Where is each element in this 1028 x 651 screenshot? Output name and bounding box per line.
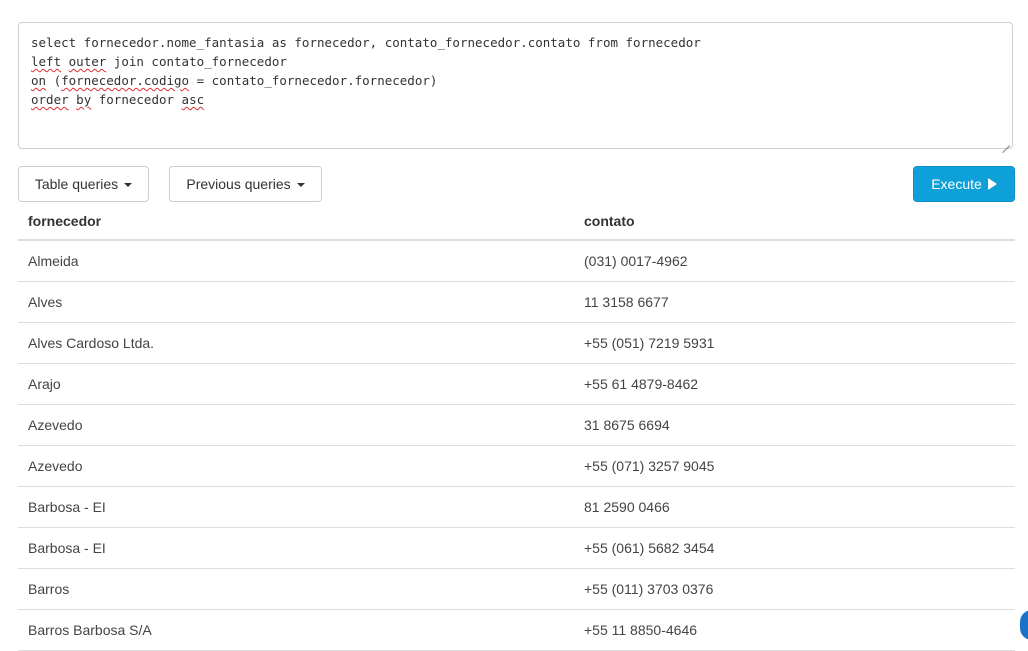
caret-down-icon xyxy=(296,183,305,187)
sql-query-editor[interactable]: select fornecedor.nome_fantasia as forne… xyxy=(18,22,1013,149)
cell-contato: +55 61 4879-8462 xyxy=(574,363,1015,405)
results-table: fornecedor contato Almeida (031) 0017-496… xyxy=(18,202,1015,651)
sql-query-text[interactable]: select fornecedor.nome_fantasia as forne… xyxy=(31,33,1012,109)
previous-queries-label: Previous queries xyxy=(186,176,291,192)
table-row: Alves Cardoso Ltda. +55 (051) 7219 5931 xyxy=(18,322,1015,364)
table-row: Barbosa - EI +55 (061) 5682 3454 xyxy=(18,527,1015,569)
caret-down-icon xyxy=(124,183,133,187)
table-row: Arajo +55 61 4879-8462 xyxy=(18,363,1015,405)
cell-fornecedor: Barros xyxy=(18,568,574,610)
code-token: ( xyxy=(46,73,62,88)
column-header-contato: contato xyxy=(574,202,1015,241)
table-row: Alves 11 3158 6677 xyxy=(18,281,1015,323)
cell-contato: +55 (071) 3257 9045 xyxy=(574,445,1015,487)
misspelled-token: asc xyxy=(181,92,205,107)
cell-fornecedor: Barbosa - EI xyxy=(18,486,574,528)
cell-contato: +55 (061) 5682 3454 xyxy=(574,527,1015,569)
resize-handle-icon[interactable] xyxy=(1002,138,1010,146)
execute-label: Execute xyxy=(931,176,982,192)
table-row: Barbosa - EI 81 2590 0466 xyxy=(18,486,1015,528)
cell-contato: 11 3158 6677 xyxy=(574,281,1015,323)
cell-fornecedor: Almeida xyxy=(18,240,574,282)
cell-fornecedor: Barros Barbosa S/A xyxy=(18,609,574,651)
misspelled-token: by xyxy=(76,92,92,107)
misspelled-token: outer xyxy=(68,54,107,69)
cell-contato: +55 (011) 3703 0376 xyxy=(574,568,1015,610)
cell-fornecedor: Azevedo xyxy=(18,445,574,487)
code-token: join contato_fornecedor xyxy=(106,54,287,69)
cell-fornecedor: Arajo xyxy=(18,363,574,405)
cell-fornecedor: Barbosa - EI xyxy=(18,527,574,569)
code-token: fornecedor xyxy=(91,92,182,107)
table-queries-label: Table queries xyxy=(34,176,119,192)
code-token: select fornecedor.nome_fantasia as forne… xyxy=(31,35,701,50)
misspelled-token: order xyxy=(31,92,69,107)
table-row: Barros +55 (011) 3703 0376 xyxy=(18,568,1015,610)
scroll-indicator xyxy=(1020,610,1028,640)
cell-fornecedor: Alves Cardoso Ltda. xyxy=(18,322,574,364)
cell-fornecedor: Azevedo xyxy=(18,404,574,446)
cell-contato: +55 11 8850-4646 xyxy=(574,609,1015,651)
previous-queries-dropdown-button[interactable]: Previous queries xyxy=(169,166,322,202)
cell-contato: (031) 0017-4962 xyxy=(574,240,1015,282)
column-header-fornecedor: fornecedor xyxy=(18,202,574,241)
table-row: Azevedo 31 8675 6694 xyxy=(18,404,1015,446)
table-header-row: fornecedor contato xyxy=(18,202,1015,241)
cell-contato: +55 (051) 7219 5931 xyxy=(574,322,1015,364)
table-queries-dropdown-button[interactable]: Table queries xyxy=(18,166,149,202)
cell-contato: 81 2590 0466 xyxy=(574,486,1015,528)
misspelled-token: fornecedor.codigo xyxy=(61,73,190,88)
cell-contato: 31 8675 6694 xyxy=(574,404,1015,446)
execute-button[interactable]: Execute xyxy=(913,166,1015,202)
table-row: Almeida (031) 0017-4962 xyxy=(18,240,1015,282)
misspelled-token: left xyxy=(31,54,62,69)
code-token: = contato_fornecedor.fornecedor) xyxy=(189,73,438,88)
misspelled-token: on xyxy=(31,73,47,88)
table-row: Azevedo +55 (071) 3257 9045 xyxy=(18,445,1015,487)
cell-fornecedor: Alves xyxy=(18,281,574,323)
table-row: Barros Barbosa S/A +55 11 8850-4646 xyxy=(18,609,1015,651)
play-icon xyxy=(987,178,997,190)
